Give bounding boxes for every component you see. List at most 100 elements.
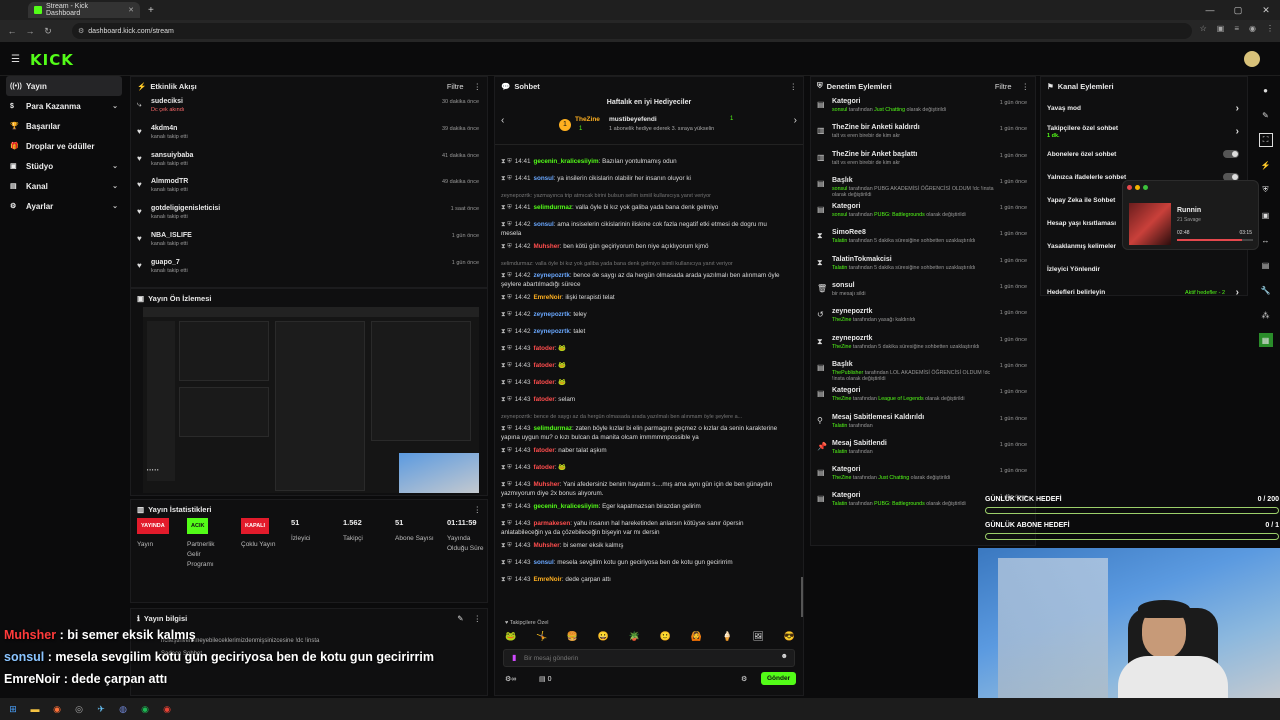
- camera-icon[interactable]: ▣: [1259, 208, 1273, 222]
- mod-tools-icon[interactable]: ⧗ ⛨: [501, 425, 512, 432]
- chat-username[interactable]: fatoder: [533, 396, 554, 403]
- expand-icon[interactable]: ⛶: [1258, 133, 1273, 147]
- mod-tools-icon[interactable]: ⧗ ⛨: [501, 559, 512, 566]
- mod-tools-icon[interactable]: ⧗ ⛨: [501, 272, 512, 279]
- chat-message[interactable]: ⧗ ⛨ 14:42 zeynepozrtk: bence de saygı az d…: [495, 271, 791, 289]
- maximize-dot-icon[interactable]: [1143, 185, 1148, 190]
- emote-icon[interactable]: 🙆: [691, 631, 702, 645]
- mod-tools-icon[interactable]: ⧗ ⛨: [501, 542, 512, 549]
- chat-message[interactable]: ⧗ ⛨ 14:43 EmreNoir: dede çarpan attı: [495, 575, 791, 584]
- chat-username[interactable]: selimdurmaz: [533, 425, 572, 432]
- mod-tools-icon[interactable]: ⧗ ⛨: [501, 396, 512, 403]
- channel-action-item[interactable]: Takipçilere özel sohbet 1 dk. ›: [1041, 120, 1247, 143]
- close-window-icon[interactable]: ✕: [1252, 0, 1280, 20]
- mod-more-icon[interactable]: ⋮: [1022, 82, 1030, 91]
- chat-username[interactable]: sonsul: [533, 221, 553, 228]
- spotify-icon[interactable]: ◉: [138, 702, 152, 716]
- channel-action-item[interactable]: Yavaş mod ›: [1041, 97, 1247, 120]
- emote-icon[interactable]: 🪴: [629, 631, 640, 645]
- chrome-icon[interactable]: ◉: [160, 702, 174, 716]
- chevron-right-icon[interactable]: ›: [1236, 126, 1239, 137]
- new-tab-button[interactable]: +: [148, 5, 154, 16]
- moderation-item[interactable]: ↺ zeynepozrtk TheZine tarafından yasağı ka…: [811, 305, 1035, 331]
- chat-message[interactable]: ⧗ ⛨ 14:41 sonsul: ya insilerin cikislarin …: [495, 174, 791, 183]
- sidebar-item[interactable]: 🏆 Başarılar: [0, 116, 128, 136]
- discord-icon[interactable]: ◍: [116, 702, 130, 716]
- emote-icon[interactable]: 🍦: [722, 631, 733, 645]
- activity-item[interactable]: ♥ guapo_7 kanalı takip etti 1 gün önce: [131, 256, 487, 283]
- hamburger-menu-icon[interactable]: ☰: [11, 54, 20, 65]
- sidebar-item[interactable]: 🎁 Droplar ve ödüller: [0, 136, 128, 156]
- moderation-item[interactable]: ▤ Başlık ThePublisher tarafından LOL AKADE…: [811, 358, 1035, 384]
- channel-action-item[interactable]: Abonelere özel sohbet: [1041, 143, 1247, 166]
- close-dot-icon[interactable]: [1127, 185, 1132, 190]
- chat-username[interactable]: fatoder: [533, 345, 554, 352]
- chat-username[interactable]: fatoder: [533, 464, 554, 471]
- chat-input[interactable]: [524, 652, 764, 664]
- chat-message[interactable]: ⧗ ⛨ 14:43 gecenin_kralicesiiyim: Eger kapa…: [495, 502, 791, 511]
- chat-username[interactable]: EmreNoir: [533, 576, 561, 583]
- chat-username[interactable]: gecenin_kralicesiiyim: [533, 158, 598, 165]
- chat-username[interactable]: Muhsher: [533, 481, 559, 488]
- file-explorer-icon[interactable]: ▬: [28, 702, 42, 716]
- chat-message[interactable]: ⧗ ⛨ 14:43 fatoder: 🐸: [495, 361, 791, 370]
- activity-filter-button[interactable]: Filtre: [447, 82, 464, 91]
- user-avatar[interactable]: [1244, 51, 1260, 67]
- chat-message[interactable]: ⧗ ⛨ 14:42 sonsul: ama insiselerin cikislar…: [495, 220, 791, 238]
- send-button[interactable]: Gönder: [761, 672, 797, 685]
- moderation-item[interactable]: ⧗ TalatinTokmakcisi Talatin tarafından 5 d…: [811, 253, 1035, 279]
- chat-message[interactable]: ⧗ ⛨ 14:43 Muhsher: bi semer eksik kalmış: [495, 541, 791, 550]
- chat-message[interactable]: ⧗ ⛨ 14:41 gecenin_kralicesiiyim: Bazıları …: [495, 157, 791, 166]
- chat-message[interactable]: ⧗ ⛨ 14:43 sonsul: mesela sevgilim kotu gun…: [495, 558, 791, 567]
- moderation-item[interactable]: ⚲ Mesaj Sabitlemesi Kaldırıldı Talatin tar…: [811, 411, 1035, 437]
- mic-icon[interactable]: ▮: [512, 653, 516, 662]
- chat-username[interactable]: zeynepozrtk: [533, 311, 569, 318]
- chat-scrollbar[interactable]: [801, 577, 803, 617]
- mod-tools-icon[interactable]: ⧗ ⛨: [501, 379, 512, 386]
- mod-filter-button[interactable]: Filtre: [995, 82, 1012, 91]
- chat-username[interactable]: zeynepozrtk: [533, 272, 569, 279]
- activity-item[interactable]: ♥ 4kdm4n kanalı takip etti 39 dakika önce: [131, 122, 487, 149]
- chat-message[interactable]: ⧗ ⛨ 14:43 selimdurmaz: zaten böyle kızlar …: [495, 424, 791, 442]
- chat-username[interactable]: Muhsher: [533, 243, 559, 250]
- mod-tools-icon[interactable]: ⧗ ⛨: [501, 464, 512, 471]
- chat-username[interactable]: gecenin_kralicesiiyim: [533, 503, 598, 510]
- chat-username[interactable]: sonsul: [533, 559, 553, 566]
- chat-username[interactable]: selimdurmaz: [533, 204, 572, 211]
- moderation-item[interactable]: ▤ Başlık sonsul tarafından PUBG AKADEMİSİ …: [811, 174, 1035, 200]
- gifters-next-icon[interactable]: ›: [794, 115, 797, 126]
- stream-preview-video[interactable]: ▪ ▪ ▪ ▪ ▪: [143, 307, 479, 493]
- chevron-down-icon[interactable]: ⌄: [112, 202, 118, 210]
- moderation-item[interactable]: ▤ Kategori TheZine tarafından Just Chattin…: [811, 463, 1035, 489]
- minimize-dot-icon[interactable]: [1135, 185, 1140, 190]
- moderation-item[interactable]: ▤ Kategori TheZine tarafından League of Le…: [811, 384, 1035, 410]
- mod-tools-icon[interactable]: ⧗ ⛨: [501, 328, 512, 335]
- emote-icon[interactable]: 🤸: [536, 631, 547, 645]
- chat-message[interactable]: ⧗ ⛨ 14:43 fatoder: 🐸: [495, 463, 791, 472]
- wrench-icon[interactable]: 🔧: [1259, 283, 1273, 297]
- emote-icon[interactable]: 😀: [598, 631, 609, 645]
- mod-tools-icon[interactable]: ⧗ ⛨: [501, 221, 512, 228]
- bookmark-star-icon[interactable]: ☆: [1200, 24, 1207, 33]
- media-icon[interactable]: ≡: [1234, 24, 1239, 33]
- layers-icon[interactable]: ▤: [1259, 258, 1273, 272]
- emote-icon[interactable]: 🖼: [753, 631, 764, 645]
- moderation-item[interactable]: 📌 Mesaj Sabitlendi Talatin tarafından 1 gün…: [811, 437, 1035, 463]
- close-tab-icon[interactable]: ✕: [128, 6, 134, 14]
- chevron-right-icon[interactable]: ›: [1236, 103, 1239, 114]
- mod-tools-icon[interactable]: ⧗ ⛨: [501, 345, 512, 352]
- reload-icon[interactable]: ↻: [39, 26, 57, 37]
- mod-tools-icon[interactable]: ⧗ ⛨: [501, 204, 512, 211]
- sidebar-item[interactable]: $ Para Kazanma ⌄: [0, 96, 128, 116]
- activity-item[interactable]: ♥ gotdeligigenisleticisi kanalı takip etti…: [131, 202, 487, 229]
- info-more-icon[interactable]: ⋮: [474, 614, 482, 623]
- mod-tools-icon[interactable]: ⧗ ⛨: [501, 503, 512, 510]
- activity-item[interactable]: ♥ NBA_ISLIFE kanalı takip etti 1 gün önce: [131, 229, 487, 256]
- arrows-icon[interactable]: ↔: [1259, 233, 1273, 247]
- obs-icon[interactable]: ◎: [72, 702, 86, 716]
- chat-message[interactable]: ⧗ ⛨ 14:42 zeynepozrtk: teley: [495, 310, 791, 319]
- sidebar-item[interactable]: ▤ Kanal ⌄: [0, 176, 128, 196]
- sidebar-item[interactable]: ((•)) Yayın: [6, 76, 122, 96]
- nodes-icon[interactable]: ⁂: [1259, 308, 1273, 322]
- toggle-switch[interactable]: [1223, 149, 1239, 160]
